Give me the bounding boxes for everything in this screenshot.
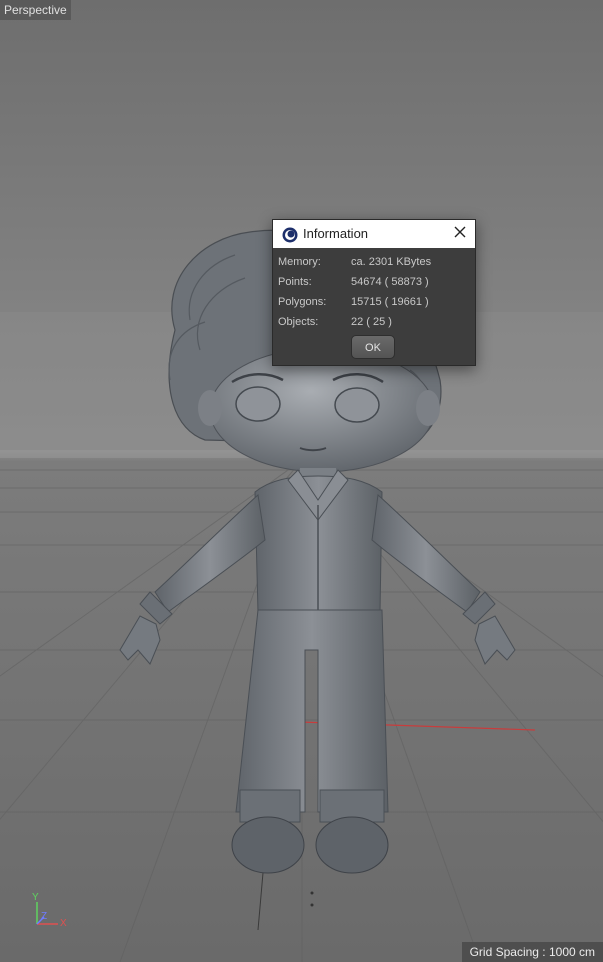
viewport-label[interactable]: Perspective <box>0 0 71 20</box>
memory-label: Memory: <box>278 256 321 268</box>
objects-label: Objects: <box>278 316 319 328</box>
scene-marker <box>310 891 314 895</box>
points-label: Points: <box>278 276 312 288</box>
grid-spacing-status: Grid Spacing : 1000 cm <box>461 942 603 962</box>
objects-row: Objects: 22 ( 25 ) <box>273 312 475 332</box>
dialog-titlebar[interactable]: Information <box>273 220 475 248</box>
polygons-label: Polygons: <box>278 296 327 308</box>
ok-button[interactable]: OK <box>351 335 395 359</box>
information-dialog: Information Memory: ca. 2301 KBytes Poin… <box>272 219 476 366</box>
polygons-value: 15715 ( 19661 ) <box>351 296 429 308</box>
dialog-title: Information <box>303 226 369 241</box>
memory-value: ca. 2301 KBytes <box>351 256 432 268</box>
axis-z-label: Z <box>41 911 48 922</box>
close-icon <box>454 225 466 243</box>
polygons-row: Polygons: 15715 ( 19661 ) <box>273 292 475 312</box>
close-button[interactable] <box>445 220 475 248</box>
axis-y-label: Y <box>32 892 39 903</box>
dialog-body: Memory: ca. 2301 KBytes Points: 54674 ( … <box>273 248 475 365</box>
objects-value: 22 ( 25 ) <box>351 316 392 328</box>
points-row: Points: 54674 ( 58873 ) <box>273 272 475 292</box>
viewport-scene <box>0 0 603 962</box>
axis-x-label: X <box>60 918 67 929</box>
cinema4d-icon <box>282 227 298 243</box>
points-value: 54674 ( 58873 ) <box>351 276 429 288</box>
viewport-perspective[interactable]: Perspective Y Z X Grid Spacing : 1000 cm <box>0 0 603 962</box>
scene-marker <box>310 903 314 907</box>
memory-row: Memory: ca. 2301 KBytes <box>273 252 475 272</box>
character-torso <box>254 469 383 613</box>
